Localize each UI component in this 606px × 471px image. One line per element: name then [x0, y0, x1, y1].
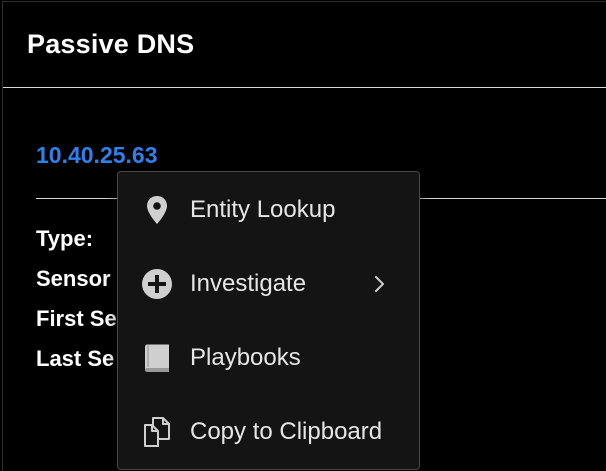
chevron-right-icon: [375, 276, 384, 292]
plus-circle-icon: [142, 269, 172, 299]
type-label: Type:: [36, 226, 94, 251]
map-pin-icon: [147, 196, 167, 224]
menu-item-investigate[interactable]: Investigate: [118, 251, 419, 315]
entity-context-menu: Entity Lookup Investigate Playbooks Copy…: [117, 171, 420, 470]
book-icon: [145, 344, 169, 372]
menu-label-playbooks: Playbooks: [190, 344, 301, 371]
last-seen-label: Last Se: [36, 346, 115, 371]
menu-item-copy-to-clipboard[interactable]: Copy to Clipboard: [118, 399, 419, 463]
entity-ip-link[interactable]: 10.40.25.63: [36, 139, 158, 171]
menu-label-investigate: Investigate: [190, 270, 307, 297]
menu-label-entity-lookup: Entity Lookup: [190, 196, 336, 223]
menu-item-entity-lookup[interactable]: Entity Lookup: [118, 177, 419, 241]
first-seen-label: First Se: [36, 306, 117, 331]
copy-icon: [144, 417, 170, 447]
panel-title: Passive DNS: [27, 29, 195, 59]
sensor-label: Sensor: [36, 266, 111, 291]
panel-header: Passive DNS: [3, 2, 606, 88]
menu-label-copy-to-clipboard: Copy to Clipboard: [190, 418, 383, 445]
menu-item-playbooks[interactable]: Playbooks: [118, 325, 419, 389]
